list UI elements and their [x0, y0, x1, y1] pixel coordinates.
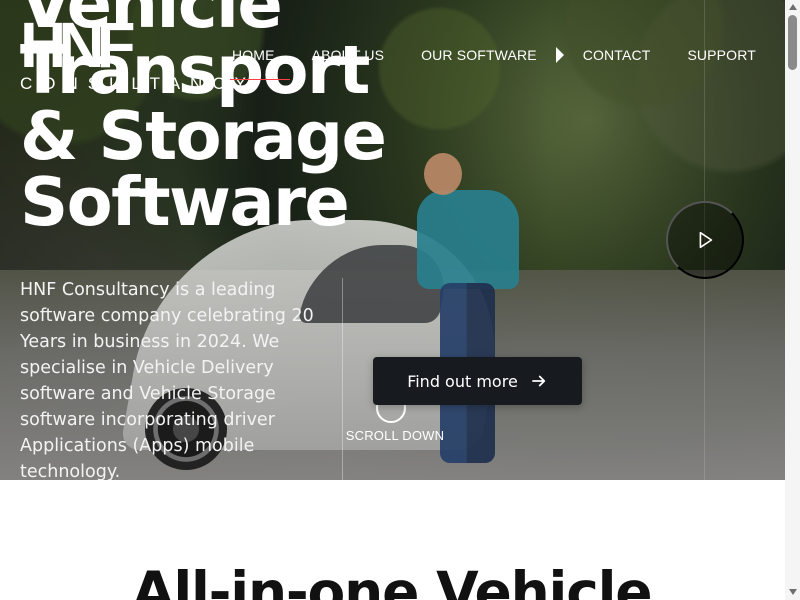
headline-line-storage: & Storage — [20, 97, 387, 175]
caret-right-icon[interactable] — [555, 47, 564, 63]
hero-section: Vehicle Transport & Storage Software HNF… — [0, 0, 785, 480]
hero-person-head-image — [424, 153, 462, 195]
find-out-more-label: Find out more — [407, 371, 518, 391]
hero-content-divider — [342, 278, 343, 480]
arrow-right-icon — [531, 375, 545, 387]
company-logo[interactable]: HNF CONSULTANCY — [20, 9, 256, 96]
nav-item-contact[interactable]: CONTACT — [583, 45, 651, 65]
find-out-more-button[interactable]: Find out more — [373, 357, 582, 405]
page-scrollbar[interactable] — [785, 0, 800, 600]
hero-person-image — [417, 190, 519, 289]
primary-navigation: HOME ABOUT US OUR SOFTWARE CONTACT SUPPO… — [232, 45, 756, 65]
homepage: Vehicle Transport & Storage Software HNF… — [0, 0, 800, 600]
play-icon — [699, 231, 713, 249]
play-video-button[interactable] — [666, 201, 744, 279]
logo-accent-line — [230, 79, 290, 80]
hero-description: HNF Consultancy is a leading software co… — [20, 280, 314, 480]
nav-item-support[interactable]: SUPPORT — [687, 45, 755, 65]
headline-line-software: Software — [20, 163, 350, 241]
scrollbar-thumb[interactable] — [788, 15, 797, 70]
company-logo-subtitle: CONSULTANCY — [20, 74, 256, 93]
company-logo-mark: HNF — [20, 9, 136, 81]
nav-item-our-software[interactable]: OUR SOFTWARE — [421, 45, 537, 65]
nav-item-home[interactable]: HOME — [232, 45, 275, 65]
scroll-up-icon[interactable] — [789, 4, 797, 10]
scroll-down-label: SCROLL DOWN — [345, 428, 445, 443]
scroll-down-icon[interactable] — [789, 589, 797, 595]
all-in-one-section-title: All-in-one Vehicle — [132, 560, 653, 600]
nav-item-about-us[interactable]: ABOUT US — [312, 45, 385, 65]
